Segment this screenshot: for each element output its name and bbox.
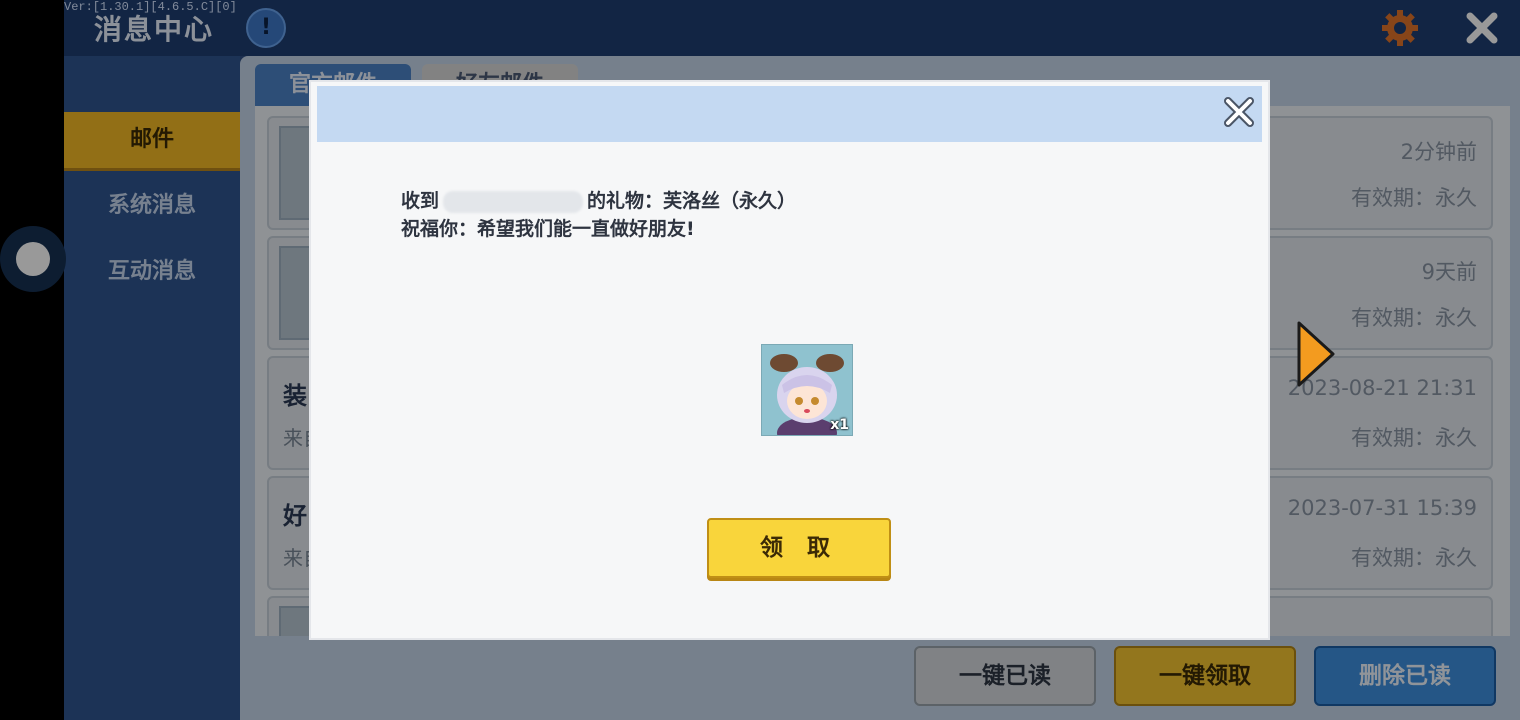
gift-message-line1: 收到 的礼物：芙洛丝（永久） (401, 186, 796, 213)
gift-quantity: x1 (830, 417, 849, 433)
next-arrow-icon[interactable] (1296, 320, 1336, 388)
gift-message-line2: 祝福你：希望我们能一直做好朋友! (401, 218, 695, 240)
gift-item-icon[interactable]: x1 (761, 344, 853, 436)
dialog-close-icon[interactable] (1221, 94, 1257, 130)
gift-message-prefix: 收到 (401, 190, 440, 212)
gift-message-suffix: 的礼物：芙洛丝（永久） (587, 190, 797, 212)
claim-button[interactable]: 领 取 (707, 518, 891, 578)
redacted-sender-name (443, 190, 584, 213)
gift-dialog: 收到 的礼物：芙洛丝（永久） 祝福你：希望我们能一直做好朋友! x1 领 取 (309, 80, 1270, 640)
dialog-header (317, 86, 1262, 142)
